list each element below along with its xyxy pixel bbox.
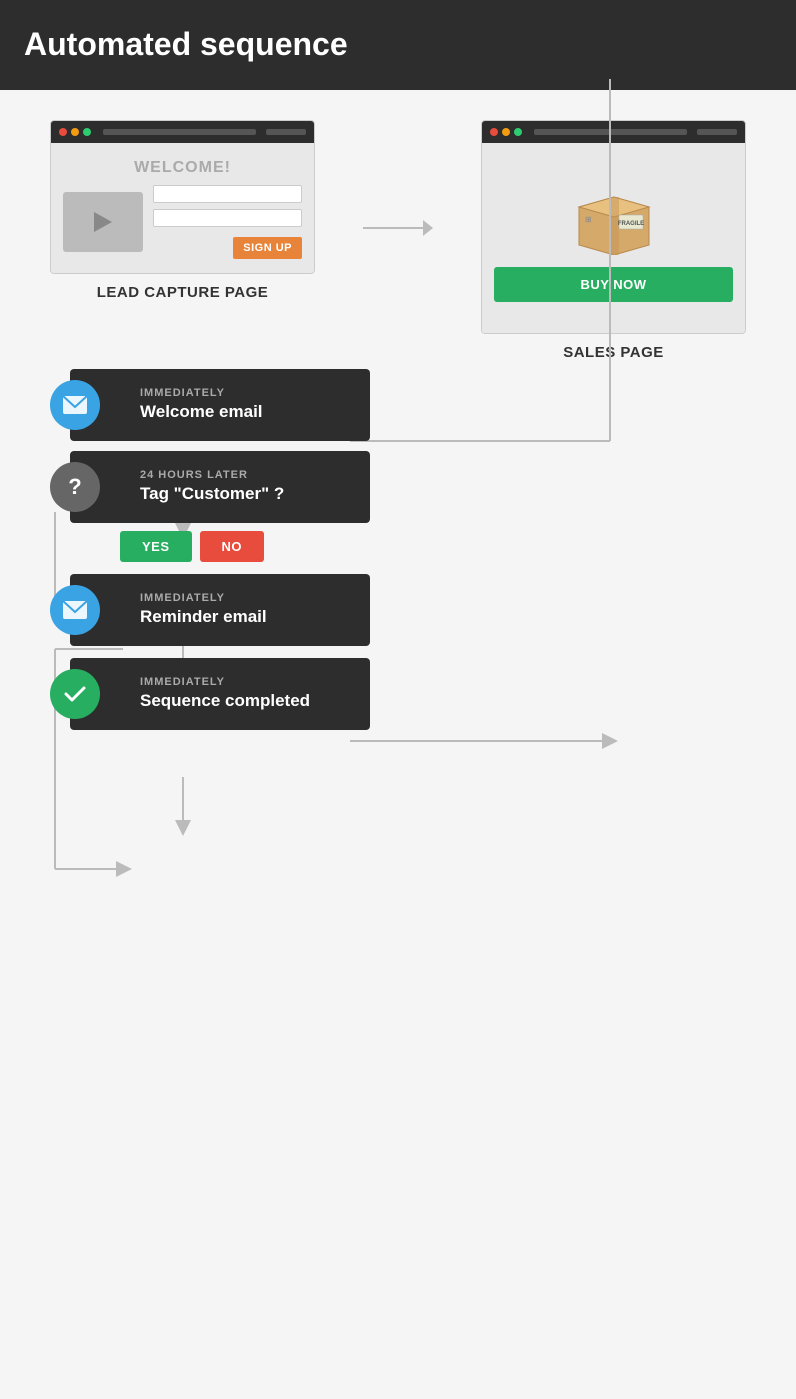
welcome-email-card: IMMEDIATELY Welcome email xyxy=(70,369,370,441)
tag-customer-step: ? 24 HOURS LATER Tag "Customer" ? YES NO xyxy=(70,451,776,562)
yes-button[interactable]: YES xyxy=(120,531,192,562)
step3-label: Reminder email xyxy=(140,607,354,627)
lead-capture-section: WELCOME! SIGN UP xyxy=(50,120,315,301)
lead-card-body: WELCOME! SIGN UP xyxy=(51,143,314,273)
no-button[interactable]: NO xyxy=(200,531,265,562)
email-icon-1 xyxy=(50,380,100,430)
welcome-text: WELCOME! xyxy=(134,159,231,177)
step1-timing: IMMEDIATELY xyxy=(140,387,354,399)
sales-card-titlebar xyxy=(482,121,745,143)
welcome-email-step: IMMEDIATELY Welcome email xyxy=(70,369,776,441)
check-svg xyxy=(62,683,88,705)
svg-text:⊞: ⊞ xyxy=(585,215,592,224)
play-icon xyxy=(94,212,112,232)
email-svg-2 xyxy=(62,600,88,620)
buy-now-button[interactable]: BUY NOW xyxy=(494,267,733,302)
reminder-email-step: IMMEDIATELY Reminder email xyxy=(70,574,776,646)
step3-timing: IMMEDIATELY xyxy=(140,592,354,604)
sales-card-body: FRAGILE ⊞ BUY NOW xyxy=(482,143,745,333)
svg-text:FRAGILE: FRAGILE xyxy=(617,221,643,227)
dot-green-sales xyxy=(514,128,522,136)
dot-red-sales xyxy=(490,128,498,136)
sales-card: FRAGILE ⊞ BUY NOW xyxy=(481,120,746,334)
yes-no-row: YES NO xyxy=(70,531,776,562)
right-arrow-icon xyxy=(423,220,433,236)
flow-diagram: IMMEDIATELY Welcome email ? 24 HOURS LAT… xyxy=(20,369,776,1369)
step4-label: Sequence completed xyxy=(140,691,354,711)
form-fields xyxy=(153,185,302,227)
step4-timing: IMMEDIATELY xyxy=(140,676,354,688)
lead-capture-label: LEAD CAPTURE PAGE xyxy=(97,284,269,301)
email-svg-1 xyxy=(62,395,88,415)
main-content: WELCOME! SIGN UP xyxy=(0,90,796,1399)
tag-customer-card: ? 24 HOURS LATER Tag "Customer" ? xyxy=(70,451,370,523)
video-thumbnail xyxy=(63,192,143,252)
sequence-completed-step: IMMEDIATELY Sequence completed xyxy=(70,658,776,730)
dot-red-lead xyxy=(59,128,67,136)
dot-green-lead xyxy=(83,128,91,136)
page-title: Automated sequence xyxy=(24,26,348,63)
reminder-email-card: IMMEDIATELY Reminder email xyxy=(70,574,370,646)
form-field-1 xyxy=(153,185,302,203)
dot-yellow-lead xyxy=(71,128,79,136)
sequence-completed-card: IMMEDIATELY Sequence completed xyxy=(70,658,370,730)
step1-label: Welcome email xyxy=(140,402,354,422)
top-arrow-container xyxy=(363,220,433,236)
dot-yellow-sales xyxy=(502,128,510,136)
header: Automated sequence xyxy=(0,0,796,90)
horizontal-arrow-line xyxy=(363,227,423,229)
lead-capture-card: WELCOME! SIGN UP xyxy=(50,120,315,274)
sales-page-section: FRAGILE ⊞ BUY NOW SALES PAGE xyxy=(481,120,746,361)
form-field-2 xyxy=(153,209,302,227)
lead-card-titlebar xyxy=(51,121,314,143)
sales-page-label: SALES PAGE xyxy=(563,344,664,361)
lead-row: SIGN UP xyxy=(63,185,302,259)
package-box-icon: FRAGILE ⊞ xyxy=(569,177,659,255)
check-icon xyxy=(50,669,100,719)
step2-timing: 24 HOURS LATER xyxy=(140,469,354,481)
signup-button[interactable]: SIGN UP xyxy=(233,237,302,259)
step2-label: Tag "Customer" ? xyxy=(140,484,354,504)
question-icon: ? xyxy=(50,462,100,512)
question-mark: ? xyxy=(68,474,81,500)
email-icon-2 xyxy=(50,585,100,635)
